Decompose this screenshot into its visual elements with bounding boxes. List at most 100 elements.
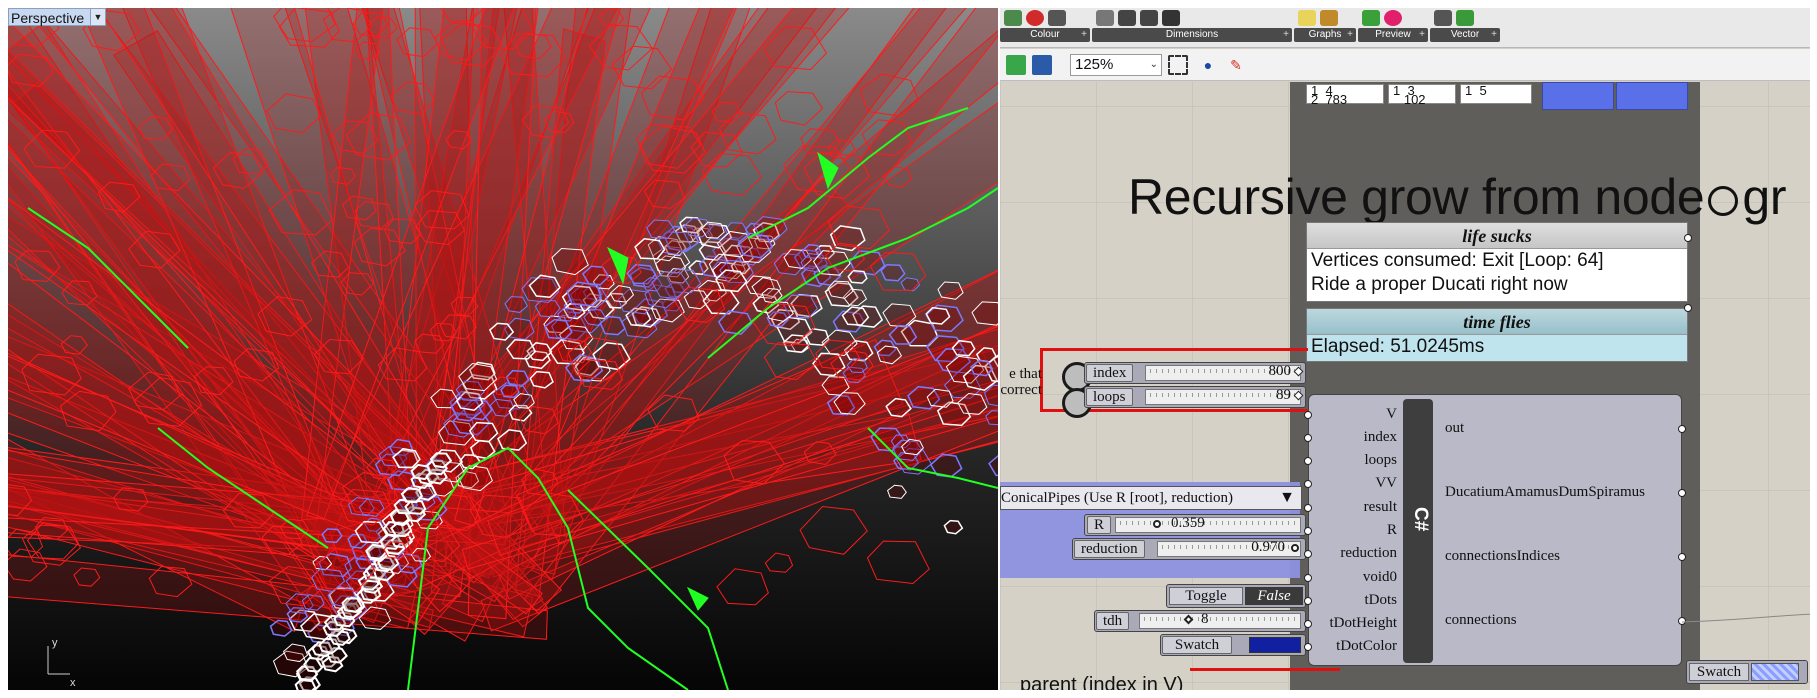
input-param-loops[interactable]: loops (1317, 452, 1397, 469)
input-port[interactable] (1304, 457, 1312, 466)
reduction-slider[interactable]: reduction 0.970 (1072, 538, 1306, 560)
marker-icon[interactable] (1162, 10, 1180, 26)
scribble-note[interactable]: e that correct (1000, 366, 1042, 398)
output-panel[interactable]: 1 3 102 (1388, 84, 1456, 106)
swatch-colour[interactable] (1751, 663, 1799, 681)
mesh-cell (841, 306, 870, 326)
viewport-menu-caret-icon[interactable]: ▼ (90, 8, 106, 26)
open-file-icon[interactable] (1006, 55, 1026, 75)
slider-track[interactable] (1115, 517, 1301, 533)
input-port[interactable] (1304, 573, 1312, 582)
panel-time-flies[interactable]: time flies Elapsed: 51.0245ms (1306, 308, 1688, 362)
loops-slider[interactable]: loops 89 (1084, 386, 1306, 408)
expand-icon[interactable]: + (1283, 28, 1289, 42)
panel-output-port[interactable] (1684, 234, 1692, 242)
ribbon-group-colour[interactable]: Colour + (1000, 8, 1090, 42)
mesh-cell (900, 277, 921, 292)
slider-label: reduction (1074, 540, 1145, 558)
input-param-reduction[interactable]: reduction (1317, 545, 1397, 562)
vector-display-icon[interactable] (1434, 10, 1452, 26)
input-port[interactable] (1304, 503, 1312, 512)
zoom-select[interactable]: 125% ⌄ (1070, 54, 1162, 76)
input-param-vv[interactable]: VV (1317, 475, 1397, 492)
rhino-viewport[interactable]: Perspective ▼ y x (8, 8, 998, 690)
output-panel[interactable]: 1 5 (1460, 84, 1532, 104)
colour-swatch-component[interactable]: Swatch (1686, 660, 1808, 684)
mesh-cell (764, 552, 794, 573)
toggle-value[interactable]: False (1245, 587, 1303, 605)
output-panel[interactable]: 1 4 2 783 (1306, 84, 1384, 106)
colour-swatch-icon[interactable] (1004, 10, 1022, 26)
bar-graph-icon[interactable] (1320, 10, 1338, 26)
text-tag-icon[interactable] (1096, 10, 1114, 26)
colour-swatch[interactable] (1616, 82, 1688, 110)
input-port[interactable] (1304, 480, 1312, 489)
ribbon-group-vector[interactable]: Vector + (1430, 8, 1500, 42)
input-port[interactable] (1304, 643, 1312, 652)
input-param-r[interactable]: R (1317, 522, 1397, 539)
panel-output-port[interactable] (1684, 304, 1692, 312)
expand-icon[interactable]: + (1081, 28, 1087, 42)
custom-preview-icon[interactable] (1362, 10, 1380, 26)
input-param-tdots[interactable]: tDots (1317, 592, 1397, 609)
expand-icon[interactable]: + (1419, 28, 1425, 42)
r-slider[interactable]: R 0.359 (1084, 514, 1306, 536)
sketch-pen-icon[interactable]: ✎ (1226, 55, 1246, 75)
swatch-colour[interactable] (1249, 637, 1301, 653)
colour-swatch-component[interactable]: Swatch (1160, 634, 1306, 656)
input-port[interactable] (1304, 410, 1312, 419)
input-param-index[interactable]: index (1317, 429, 1397, 446)
expand-icon[interactable]: + (1491, 28, 1497, 42)
input-port[interactable] (1304, 620, 1312, 629)
scribble-parent[interactable]: parent (index in V) (1020, 674, 1183, 690)
gradient-icon[interactable] (1048, 10, 1066, 26)
viewport-scene (8, 8, 998, 690)
panel-life-sucks[interactable]: life sucks Vertices consumed: Exit [Loop… (1306, 222, 1688, 302)
output-param-ducatiumamamusdumspiramus[interactable]: DucatiumAmamusDumSpiramus (1445, 484, 1645, 501)
value-list-dropdown[interactable]: ConicalPipes (Use R [root], reduction) ▼ (1000, 486, 1302, 510)
expand-icon[interactable]: + (1347, 28, 1353, 42)
tdh-slider[interactable]: tdh 8 (1094, 610, 1306, 632)
ribbon-group-preview[interactable]: Preview + (1358, 8, 1428, 42)
viewport-title[interactable]: Perspective (8, 8, 92, 26)
input-param-result[interactable]: result (1317, 499, 1397, 516)
mesh-cell (988, 454, 998, 477)
ribbon-group-dimensions[interactable]: Dimensions + (1092, 8, 1292, 42)
point-list-icon[interactable] (1456, 10, 1474, 26)
output-port[interactable] (1678, 553, 1686, 561)
grasshopper-canvas[interactable]: 1 4 2 783 1 3 102 1 5 Recursive grow fro… (1000, 82, 1810, 690)
colour-wheel-icon[interactable] (1026, 10, 1044, 26)
input-port[interactable] (1304, 527, 1312, 535)
output-port[interactable] (1678, 425, 1686, 433)
slider-track[interactable] (1139, 613, 1301, 629)
chevron-down-icon[interactable]: ⌄ (1150, 55, 1158, 75)
linear-dimension-icon[interactable] (1118, 10, 1136, 26)
output-port[interactable] (1678, 489, 1686, 497)
dropdown-arrow-icon[interactable]: ▼ (1279, 487, 1295, 509)
output-param-out[interactable]: out (1445, 420, 1464, 437)
save-file-icon[interactable] (1032, 55, 1052, 75)
colour-preview-icon[interactable] (1384, 10, 1402, 26)
csharp-script-component[interactable]: C# Vindex loops VV result Rreduction void0 tDo… (1304, 394, 1686, 666)
slider-knob[interactable] (1153, 520, 1161, 528)
input-param-v[interactable]: V (1317, 406, 1397, 423)
aligned-dimension-icon[interactable] (1140, 10, 1158, 26)
graph-mapper-icon[interactable] (1298, 10, 1316, 26)
slider-knob[interactable] (1291, 544, 1299, 552)
zoom-extents-icon[interactable] (1168, 55, 1188, 75)
input-port[interactable] (1304, 550, 1312, 559)
preview-eye-icon[interactable]: ● (1198, 55, 1218, 75)
ribbon-group-graphs[interactable]: Graphs + (1294, 8, 1356, 42)
output-param-connections[interactable]: connections (1445, 612, 1517, 629)
output-param-connectionsindices[interactable]: connectionsIndices (1445, 548, 1560, 565)
boolean-toggle[interactable]: Toggle False (1166, 584, 1306, 608)
index-slider[interactable]: index 800 (1084, 362, 1306, 384)
input-port[interactable] (1304, 596, 1312, 605)
input-param-tdotheight[interactable]: tDotHeight (1317, 615, 1398, 632)
input-port[interactable] (1304, 433, 1312, 442)
input-param-void0[interactable]: void0 (1317, 569, 1397, 586)
colour-swatch[interactable] (1542, 82, 1614, 110)
slider-value: 0.970 (1251, 539, 1285, 555)
input-param-tdotcolor[interactable]: tDotColor (1317, 638, 1397, 655)
scribble-title[interactable]: Recursive grow from node gr (1128, 168, 1787, 226)
